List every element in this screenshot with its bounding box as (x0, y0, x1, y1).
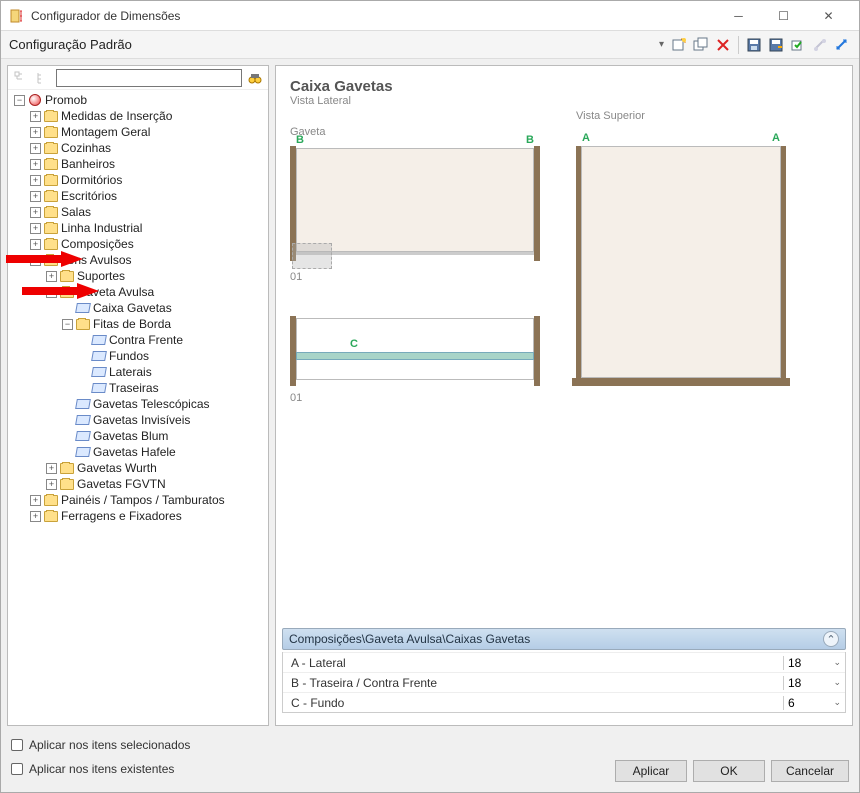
dim-a-right: A (772, 132, 780, 144)
tree-item[interactable]: Gavetas Telescópicas (93, 396, 210, 412)
save-as-icon[interactable] (767, 36, 785, 54)
tree-item[interactable]: Fundos (109, 348, 149, 364)
delete-config-icon[interactable] (714, 36, 732, 54)
property-label: A - Lateral (283, 656, 783, 670)
toolbar (670, 36, 851, 54)
tree-item-avulsos[interactable]: Itens Avulsos (61, 252, 132, 268)
property-value[interactable]: 18⌄ (783, 676, 845, 690)
dim-c: C (350, 338, 358, 350)
tree-item[interactable]: Linha Industrial (61, 220, 142, 236)
property-row: C - Fundo 6⌄ (283, 692, 845, 712)
tree-item[interactable]: Dormitórios (61, 172, 122, 188)
config-name: Configuração Padrão (9, 37, 659, 52)
maximize-button[interactable]: ☐ (761, 2, 806, 30)
minimize-button[interactable]: ─ (716, 2, 761, 30)
footer: Aplicar nos itens selecionados Aplicar n… (1, 732, 859, 792)
apply-icon[interactable] (789, 36, 807, 54)
new-config-icon[interactable] (670, 36, 688, 54)
title-bar: Configurador de Dimensões ─ ☐ ✕ (1, 1, 859, 31)
expand-icon[interactable] (833, 36, 851, 54)
tree-view[interactable]: −Promob +Medidas de Inserção +Montagem G… (8, 90, 268, 725)
tree-item[interactable]: Banheiros (61, 156, 115, 172)
collapse-icon[interactable]: ⌃ (823, 631, 839, 647)
ok-button[interactable]: OK (693, 760, 765, 782)
config-header: Configuração Padrão ▾ (1, 31, 859, 59)
tree-item[interactable]: Caixa Gavetas (93, 300, 172, 316)
app-icon (9, 8, 25, 24)
tree-item[interactable]: Contra Frente (109, 332, 183, 348)
tree-item[interactable]: Gavetas FGVTN (77, 476, 166, 492)
cancel-button[interactable]: Cancelar (771, 760, 849, 782)
left-panel: −Promob +Medidas de Inserção +Montagem G… (7, 65, 269, 726)
link-icon[interactable] (811, 36, 829, 54)
tree-item[interactable]: Suportes (77, 268, 125, 284)
properties-header[interactable]: Composições\Gaveta Avulsa\Caixas Gavetas… (282, 628, 846, 650)
view-lateral-label: Vista Lateral (290, 95, 351, 107)
tree-item[interactable]: Gavetas Wurth (77, 460, 157, 476)
dim-a-left: A (582, 132, 590, 144)
tree-item[interactable]: Composições (61, 236, 134, 252)
save-icon[interactable] (745, 36, 763, 54)
properties-path: Composições\Gaveta Avulsa\Caixas Gavetas (289, 632, 823, 646)
tree-collapse-icon[interactable] (12, 69, 30, 87)
property-row: A - Lateral 18⌄ (283, 652, 845, 672)
tree-item[interactable]: Traseiras (109, 380, 159, 396)
properties-grid: A - Lateral 18⌄ B - Traseira / Contra Fr… (282, 652, 846, 713)
tree-item[interactable]: Ferragens e Fixadores (61, 508, 182, 524)
separator (738, 36, 739, 54)
tree-item-gaveta-avulsa[interactable]: Gaveta Avulsa (77, 284, 154, 300)
marker-01b: 01 (290, 392, 540, 404)
tree-expand-icon[interactable] (34, 69, 52, 87)
main-window: Configurador de Dimensões ─ ☐ ✕ Configur… (0, 0, 860, 793)
property-label: B - Traseira / Contra Frente (283, 676, 783, 690)
marker-01: 01 (290, 271, 540, 283)
tree-item[interactable]: Gavetas Hafele (93, 444, 176, 460)
tree-item[interactable]: Escritórios (61, 188, 117, 204)
tree-item[interactable]: Medidas de Inserção (61, 108, 172, 124)
tree-item[interactable]: Gavetas Blum (93, 428, 168, 444)
search-input[interactable] (56, 69, 242, 87)
property-value[interactable]: 18⌄ (783, 656, 845, 670)
tree-item[interactable]: Cozinhas (61, 140, 111, 156)
window-title: Configurador de Dimensões (31, 9, 716, 23)
tree-item[interactable]: Salas (61, 204, 91, 220)
diagram-title: Caixa Gavetas (290, 78, 838, 95)
view-superior-label: Vista Superior (576, 110, 645, 122)
dim-b-left: B (296, 134, 304, 146)
property-row: B - Traseira / Contra Frente 18⌄ (283, 672, 845, 692)
config-dropdown-icon[interactable]: ▾ (659, 39, 664, 50)
tree-root[interactable]: Promob (45, 92, 87, 108)
close-button[interactable]: ✕ (806, 2, 851, 30)
tree-item[interactable]: Painéis / Tampos / Tamburatos (61, 492, 225, 508)
diagram-area: Caixa Gavetas Vista Lateral Gaveta Vista… (276, 66, 852, 628)
binoculars-icon[interactable] (246, 69, 264, 87)
checkbox-apply-existing[interactable]: Aplicar nos itens existentes (11, 762, 615, 776)
property-value[interactable]: 6⌄ (783, 696, 845, 710)
apply-button[interactable]: Aplicar (615, 760, 687, 782)
dim-b-right: B (526, 134, 534, 146)
property-label: C - Fundo (283, 696, 783, 710)
checkbox-apply-selected[interactable]: Aplicar nos itens selecionados (11, 738, 849, 752)
tree-item[interactable]: Laterais (109, 364, 152, 380)
tree-item[interactable]: Gavetas Invisíveis (93, 412, 190, 428)
tree-item[interactable]: Fitas de Borda (93, 316, 171, 332)
tree-item[interactable]: Montagem Geral (61, 124, 150, 140)
copy-config-icon[interactable] (692, 36, 710, 54)
right-panel: Caixa Gavetas Vista Lateral Gaveta Vista… (275, 65, 853, 726)
